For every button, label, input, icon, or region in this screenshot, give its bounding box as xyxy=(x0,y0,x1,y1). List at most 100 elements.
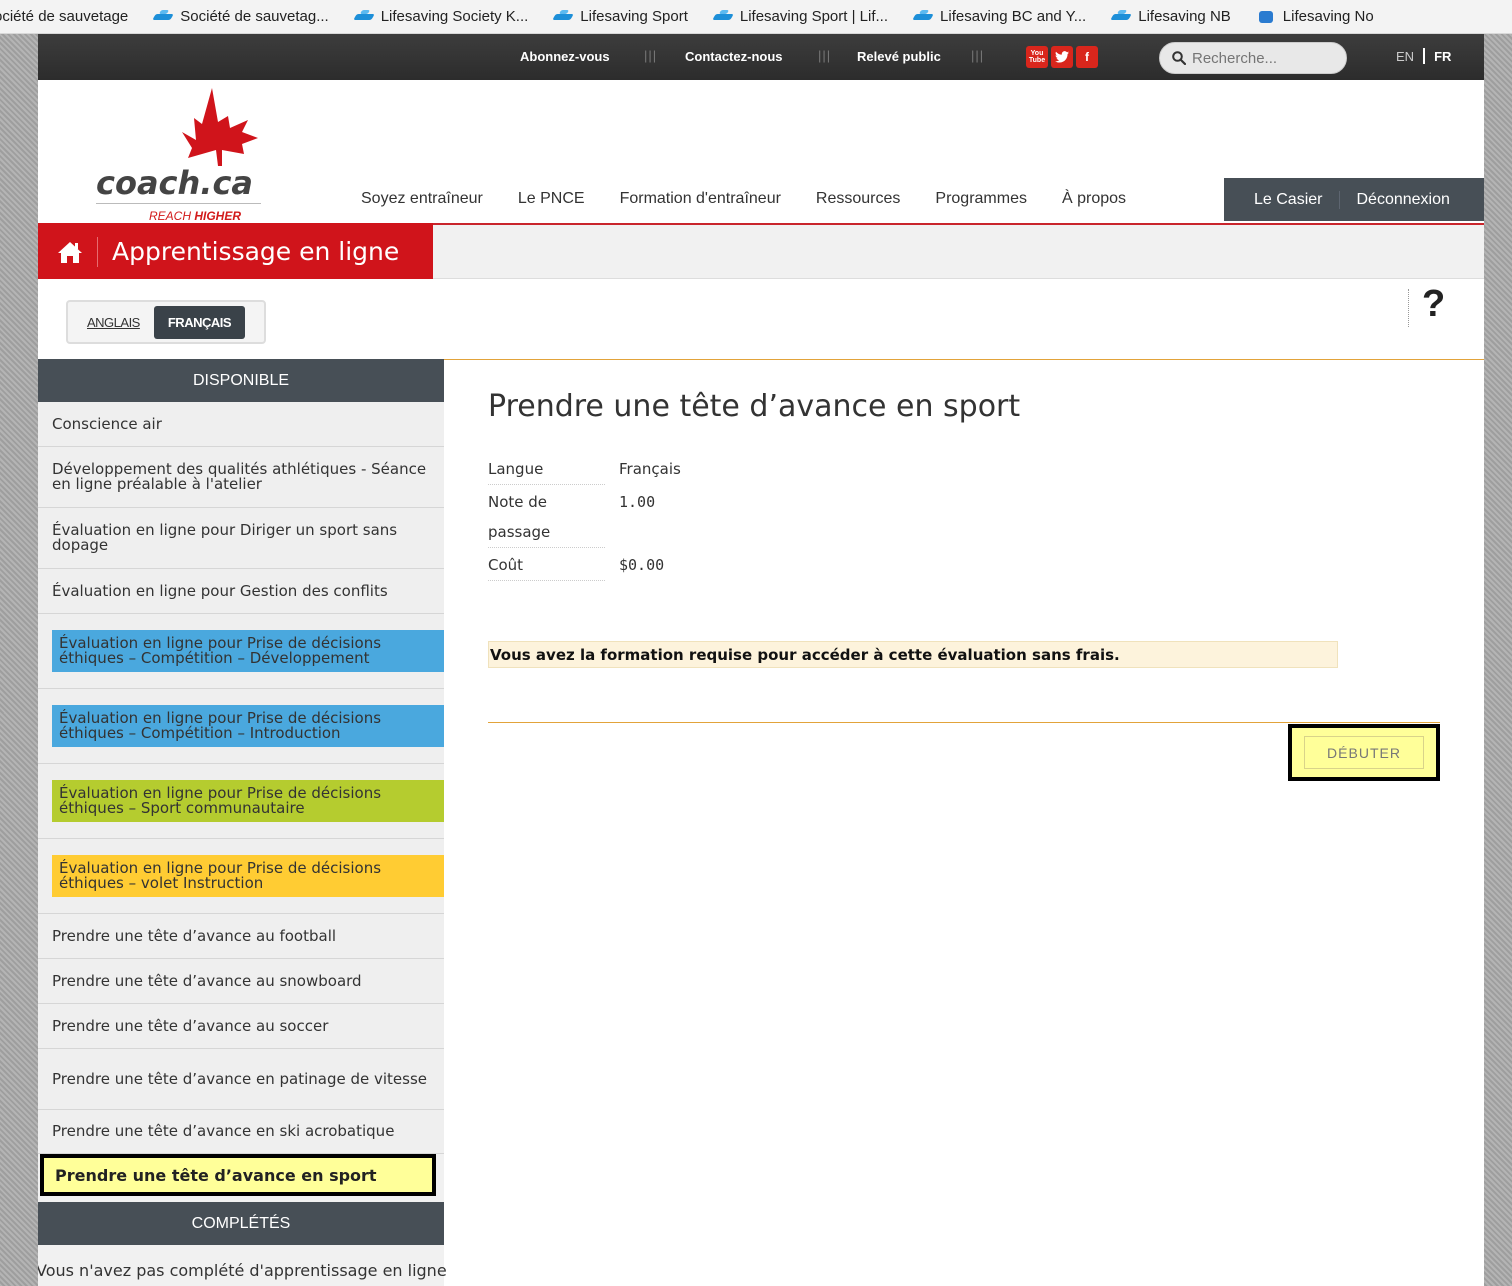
youtube-icon[interactable]: You Tube xyxy=(1026,46,1048,68)
module-item-label: Évaluation en ligne pour Prise de décisi… xyxy=(52,855,444,897)
french-button[interactable]: FRANÇAIS xyxy=(153,305,246,339)
info-value: 1.00 xyxy=(619,493,656,511)
nav-item-nccp[interactable]: Le PNCE xyxy=(518,190,585,208)
nav-item-become-coach[interactable]: Soyez entraîneur xyxy=(361,190,483,208)
site-language-toggle: EN FR xyxy=(1396,48,1451,64)
lifesaving-icon xyxy=(712,10,734,24)
bookmark-label: Lifesaving Sport xyxy=(580,8,688,25)
module-item[interactable]: Prendre une tête d’avance en ski acrobat… xyxy=(38,1110,444,1154)
bookmark-icon xyxy=(1255,10,1277,24)
start-button-highlight: DÉBUTER xyxy=(1288,724,1440,781)
module-info: Langue Français Note de passage 1.00 Coû… xyxy=(488,452,1478,581)
main-nav: Soyez entraîneur Le PNCE Formation d'ent… xyxy=(361,177,1161,221)
nav-item-coach-training[interactable]: Formation d'entraîneur xyxy=(620,190,781,208)
search-input[interactable] xyxy=(1192,49,1342,67)
modules-sidebar: DISPONIBLE Conscience air Développement … xyxy=(38,359,447,1286)
english-button[interactable]: ANGLAIS xyxy=(73,306,154,339)
divider xyxy=(96,203,261,204)
bookmark[interactable]: Société de sauvetag... xyxy=(152,8,328,25)
lifesaving-icon xyxy=(152,10,174,24)
info-row: Note de passage 1.00 xyxy=(488,485,1478,548)
section-banner-row: Apprentissage en ligne xyxy=(38,223,1484,280)
module-item[interactable]: Prendre une tête d’avance au football xyxy=(38,914,444,959)
module-item[interactable]: Évaluation en ligne pour Gestion des con… xyxy=(38,569,444,614)
section-banner: Apprentissage en ligne xyxy=(38,223,433,280)
module-item[interactable]: Conscience air xyxy=(38,402,444,447)
divider xyxy=(1423,48,1426,64)
bookmark-label: Lifesaving Sport | Lif... xyxy=(739,8,889,25)
module-item-label: Évaluation en ligne pour Prise de décisi… xyxy=(52,630,444,672)
bookmark-label: Société de sauvetag... xyxy=(180,8,329,25)
completed-empty-message: Vous n'avez pas complété d'apprentissage… xyxy=(38,1261,447,1280)
subscribe-link[interactable]: Abonnez-vous xyxy=(520,49,610,64)
module-item-label: Évaluation en ligne pour Prise de décisi… xyxy=(52,705,444,747)
divider: ||| xyxy=(818,48,832,63)
module-item-selected[interactable]: Prendre une tête d’avance en sport xyxy=(40,1154,436,1196)
module-item[interactable]: Développement des qualités athlétiques -… xyxy=(38,447,444,508)
logo-tagline: REACH HIGHER xyxy=(149,209,242,223)
logout-link[interactable]: Déconnexion xyxy=(1339,190,1466,209)
bookmark-label: Lifesaving BC and Y... xyxy=(940,8,1087,25)
start-button[interactable]: DÉBUTER xyxy=(1304,736,1424,769)
bookmark[interactable]: Lifesaving Sport | Lif... xyxy=(712,8,888,25)
info-label: Langue xyxy=(488,452,605,485)
divider xyxy=(488,722,1440,723)
module-item[interactable]: Évaluation en ligne pour Prise de décisi… xyxy=(38,689,444,764)
module-item-label: Évaluation en ligne pour Prise de décisi… xyxy=(52,780,444,822)
coach-logo[interactable]: coach.ca REACH HIGHER xyxy=(96,88,276,223)
nav-item-programs[interactable]: Programmes xyxy=(935,190,1027,208)
module-item[interactable]: Évaluation en ligne pour Diriger un spor… xyxy=(38,508,444,569)
bookmark[interactable]: ociété de sauvetage xyxy=(0,8,128,25)
info-row: Langue Français xyxy=(488,452,1478,485)
module-item[interactable]: Prendre une tête d’avance au soccer xyxy=(38,1004,444,1049)
lang-en-link[interactable]: EN xyxy=(1396,49,1414,64)
eligibility-notice: Vous avez la formation requise pour accé… xyxy=(488,641,1338,668)
module-item[interactable]: Prendre une tête d’avance au snowboard xyxy=(38,959,444,1004)
info-value: $0.00 xyxy=(619,556,665,574)
available-header: DISPONIBLE xyxy=(38,359,444,402)
lifesaving-icon xyxy=(912,10,934,24)
divider: ||| xyxy=(971,48,985,63)
bookmark[interactable]: Lifesaving No xyxy=(1255,8,1374,25)
locker-link[interactable]: Le Casier xyxy=(1224,191,1339,209)
bookmark[interactable]: Lifesaving Society K... xyxy=(353,8,529,25)
nav-item-about[interactable]: À propos xyxy=(1062,190,1126,208)
module-item[interactable]: Évaluation en ligne pour Prise de décisi… xyxy=(38,764,444,839)
facebook-icon[interactable]: f xyxy=(1076,46,1098,68)
bookmark[interactable]: Lifesaving NB xyxy=(1110,8,1231,25)
divider xyxy=(97,236,98,267)
nav-item-resources[interactable]: Ressources xyxy=(816,190,900,208)
web-page: Abonnez-vous ||| Contactez-nous ||| Rele… xyxy=(38,34,1484,1286)
contact-link[interactable]: Contactez-nous xyxy=(685,49,783,64)
info-label: Note de passage xyxy=(488,485,605,548)
bookmark[interactable]: Lifesaving BC and Y... xyxy=(912,8,1086,25)
divider xyxy=(1408,289,1409,327)
divider: ||| xyxy=(644,48,658,63)
module-item[interactable]: Évaluation en ligne pour Prise de décisi… xyxy=(38,839,444,914)
section-title: Apprentissage en ligne xyxy=(112,237,400,266)
search-icon xyxy=(1172,51,1186,65)
module-detail: Prendre une tête d’avance en sport Langu… xyxy=(488,359,1478,781)
bookmarks-bar: ociété de sauvetage Société de sauvetag.… xyxy=(0,0,1512,34)
help-icon[interactable]: ? xyxy=(1422,283,1445,326)
info-row: Coût $0.00 xyxy=(488,548,1478,581)
bookmark[interactable]: Lifesaving Sport xyxy=(552,8,688,25)
content-language-switch: ANGLAIS FRANÇAIS xyxy=(66,300,266,344)
content-language-row: ANGLAIS FRANÇAIS ? xyxy=(38,279,1484,360)
home-icon[interactable] xyxy=(55,237,85,267)
twitter-icon[interactable] xyxy=(1051,46,1073,68)
utility-bar: Abonnez-vous ||| Contactez-nous ||| Rele… xyxy=(38,34,1484,80)
bookmark-label: Lifesaving NB xyxy=(1138,8,1231,25)
lifesaving-icon xyxy=(1110,10,1132,24)
module-item[interactable]: Prendre une tête d’avance en patinage de… xyxy=(38,1049,444,1110)
search-box[interactable] xyxy=(1159,42,1347,74)
account-nav: Le Casier Déconnexion xyxy=(1224,178,1484,221)
lifesaving-icon xyxy=(552,10,574,24)
maple-leaf-icon xyxy=(182,88,258,166)
lang-fr-link[interactable]: FR xyxy=(1434,49,1451,64)
lifesaving-icon xyxy=(353,10,375,24)
bookmark-label: ociété de sauvetage xyxy=(0,8,129,25)
completed-header: COMPLÉTÉS xyxy=(38,1202,444,1245)
public-record-link[interactable]: Relevé public xyxy=(857,49,941,64)
module-item[interactable]: Évaluation en ligne pour Prise de décisi… xyxy=(38,614,444,689)
